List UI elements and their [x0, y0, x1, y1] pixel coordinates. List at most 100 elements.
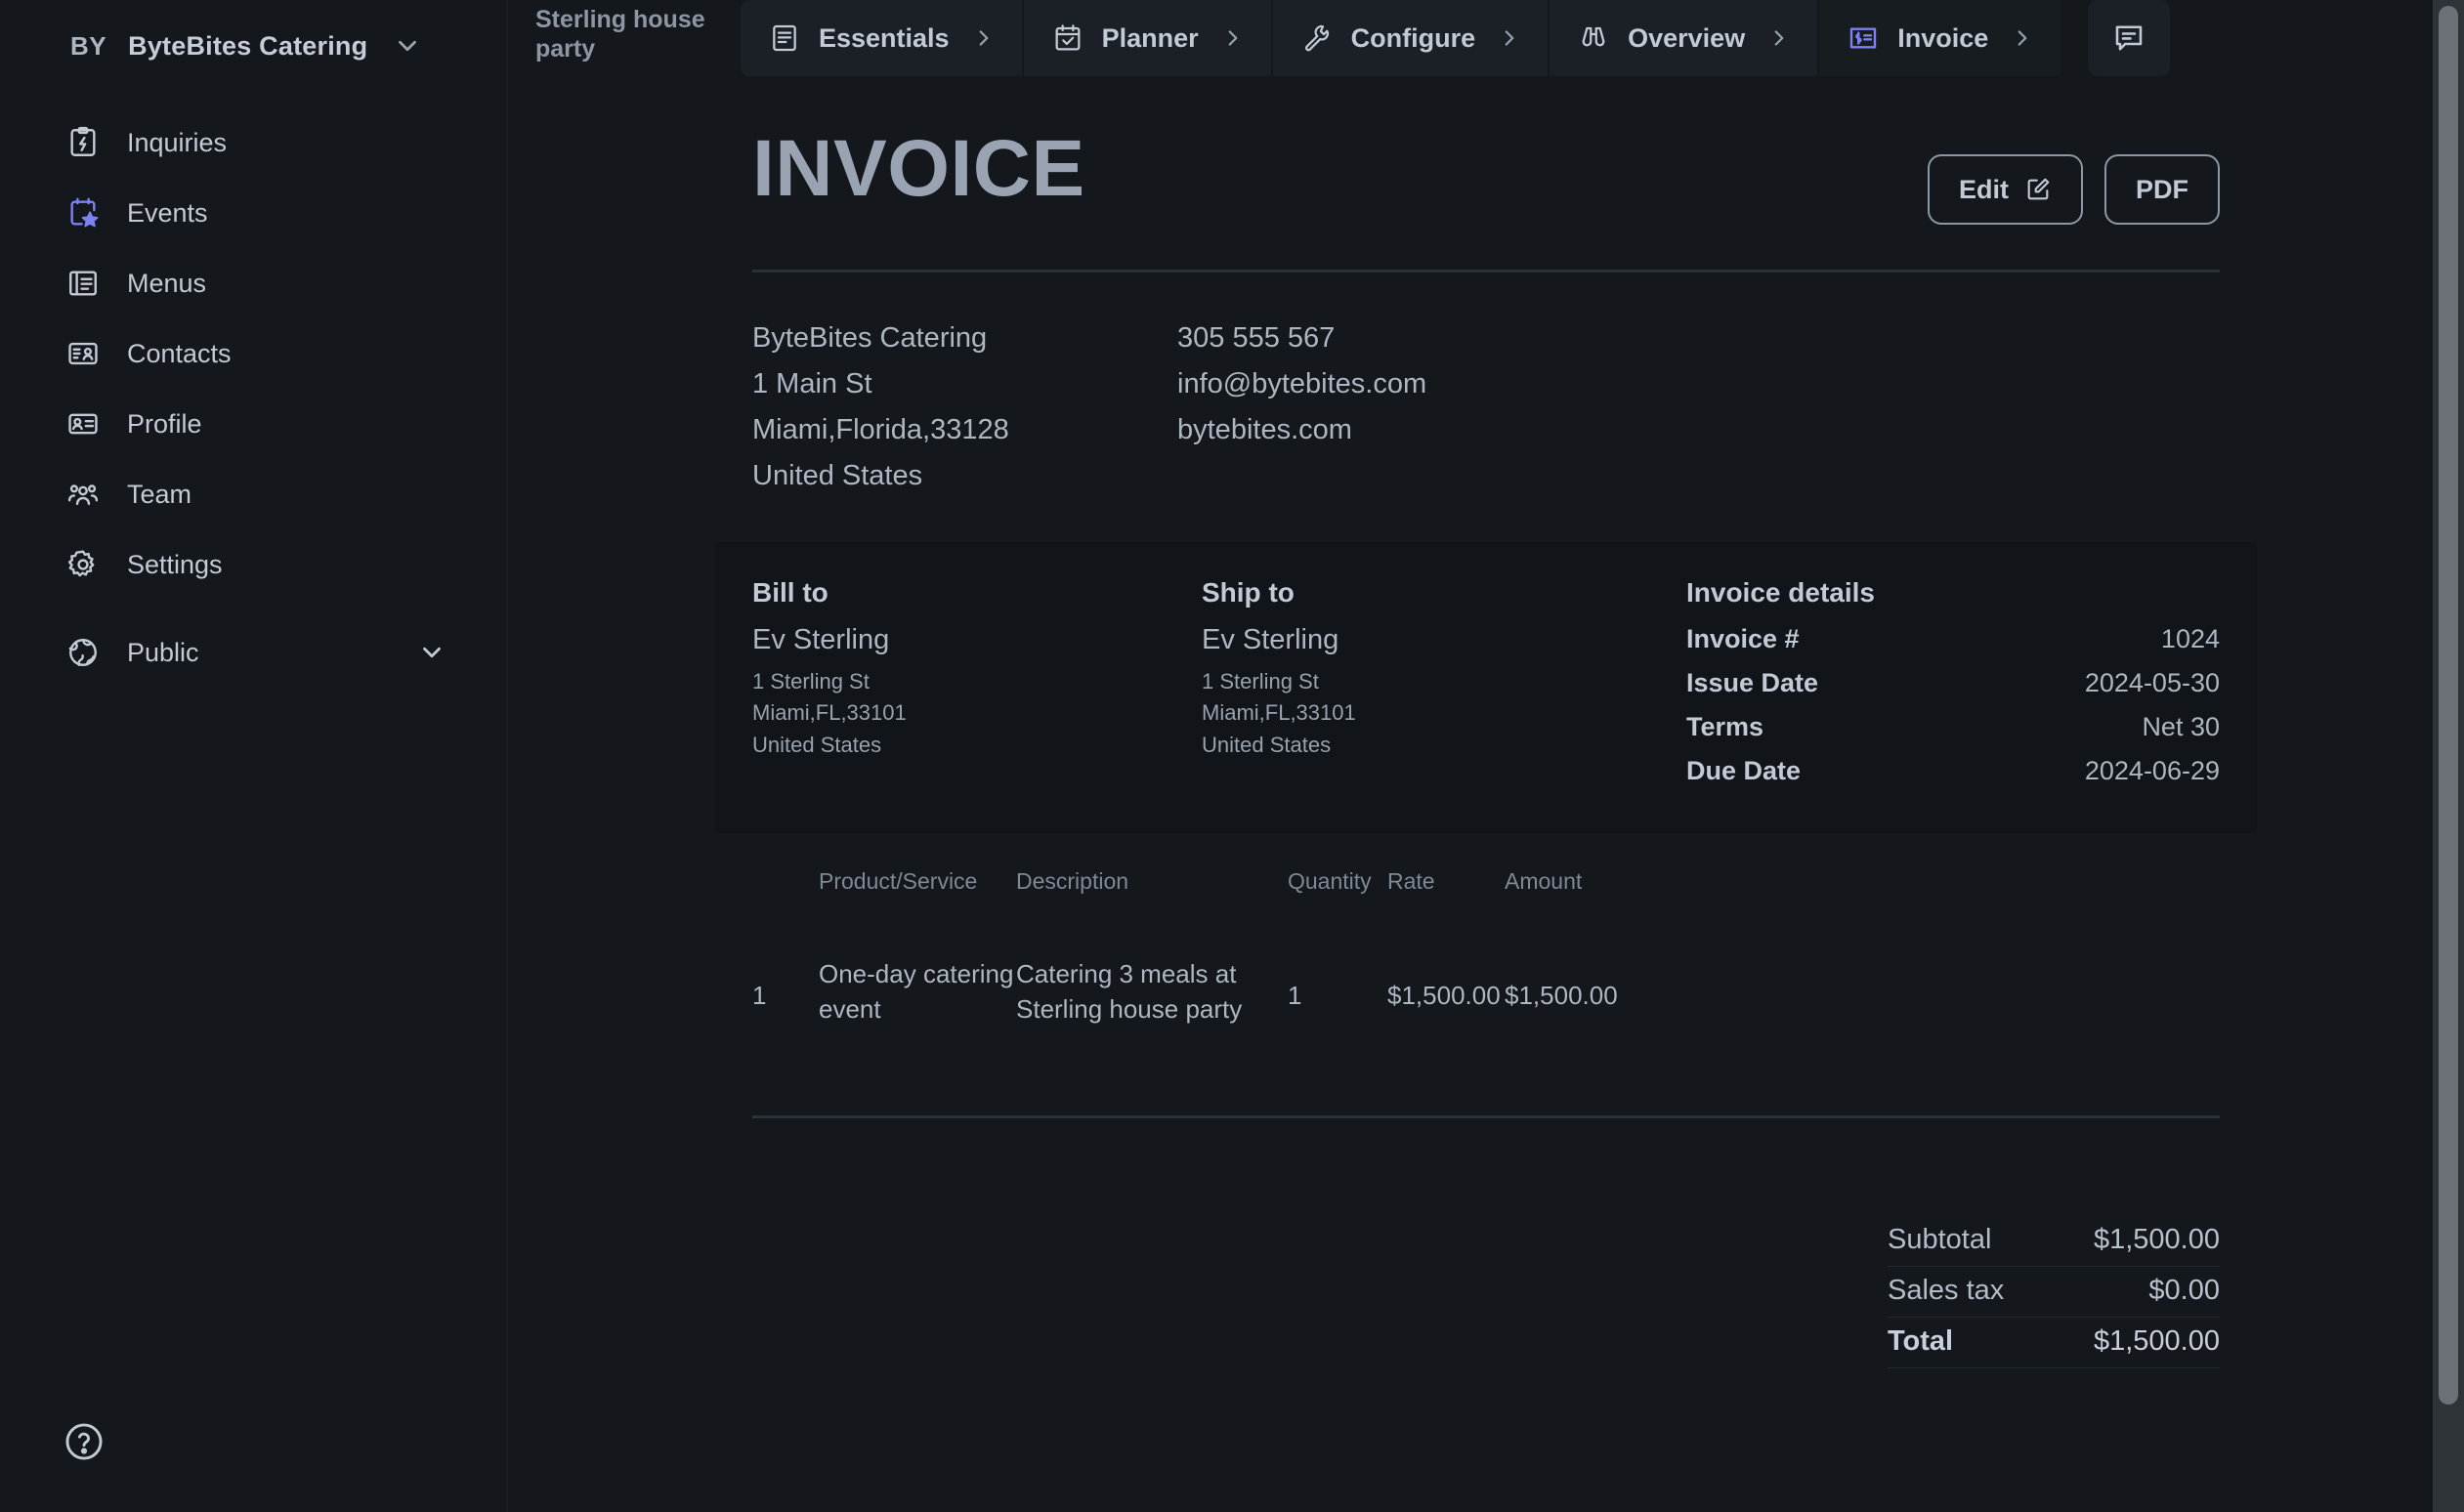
contact-card-icon	[64, 335, 102, 372]
sidebar-item-label: Inquiries	[127, 127, 228, 157]
total-value: $1,500.00	[2093, 1324, 2220, 1357]
company-block: ByteBites Catering 1 Main St Miami,Flori…	[752, 273, 2220, 542]
line-items-table: Product/Service Description Quantity Rat…	[752, 833, 2220, 1028]
sidebar-item-menus[interactable]: Menus	[0, 248, 507, 318]
cell-description: Catering 3 meals at Sterling house party	[1016, 958, 1243, 1024]
company-line: ByteBites Catering	[752, 322, 988, 354]
pdf-button[interactable]: PDF	[2104, 154, 2220, 225]
detail-key: Invoice #	[1686, 623, 1800, 653]
ship-to-line: 1 Sterling St	[1202, 668, 1319, 693]
tab-essentials[interactable]: Essentials	[741, 0, 1024, 76]
detail-row: Issue Date 2024-05-30	[1686, 668, 2220, 698]
gear-icon	[64, 546, 102, 583]
globe-icon	[64, 634, 102, 671]
sidebar-item-events[interactable]: Events	[0, 178, 507, 248]
event-title: Sterling house party	[535, 6, 705, 63]
bill-to-line: 1 Sterling St	[752, 668, 870, 693]
ship-to-line: Miami,FL,33101	[1202, 700, 1356, 726]
tab-label: Invoice	[1897, 22, 1989, 53]
tab-invoice[interactable]: Invoice	[1819, 0, 2063, 76]
sidebar-item-label: Contacts	[127, 338, 232, 368]
sidebar: BY ByteBites Catering Inquiries Events M…	[0, 0, 508, 1512]
company-line: 1 Main St	[752, 367, 872, 399]
cell-index: 1	[752, 980, 767, 1010]
sidebar-item-team[interactable]: Team	[0, 459, 507, 529]
bill-to-line: Miami,FL,33101	[752, 700, 907, 726]
sidebar-item-label: Team	[127, 479, 192, 509]
id-badge-icon	[64, 405, 102, 442]
chat-bubble-icon	[2111, 21, 2146, 56]
topbar: Sterling house party Essentials Planner …	[508, 0, 2464, 90]
column-header-rate: Rate	[1387, 867, 1435, 894]
pdf-button-label: PDF	[2136, 174, 2188, 204]
detail-key: Due Date	[1686, 755, 1802, 785]
ship-to-name: Ev Sterling	[1202, 623, 1339, 655]
sidebar-item-label: Menus	[127, 268, 207, 298]
edit-button[interactable]: Edit	[1928, 154, 2083, 225]
tab-label: Planner	[1101, 22, 1199, 53]
page-title: INVOICE	[752, 124, 1085, 213]
chevron-down-icon[interactable]	[417, 638, 446, 667]
company-line: United States	[752, 459, 923, 491]
tab-overview[interactable]: Overview	[1550, 0, 1820, 76]
sidebar-item-settings[interactable]: Settings	[0, 529, 507, 600]
detail-value: 2024-06-29	[2084, 755, 2220, 785]
sidebar-item-public[interactable]: Public	[0, 617, 507, 688]
parties-panel: Bill to Ev Sterling 1 Sterling St Miami,…	[715, 541, 2257, 833]
tab-planner[interactable]: Planner	[1023, 0, 1273, 76]
chevron-down-icon	[393, 31, 422, 61]
bill-to-name: Ev Sterling	[752, 623, 890, 655]
total-label: Total	[1888, 1324, 1954, 1357]
document-lines-icon	[768, 21, 801, 55]
sidebar-item-label: Profile	[127, 408, 202, 439]
company-contact: 305 555 567 info@bytebites.com bytebites…	[1177, 315, 1602, 499]
column-header-description: Description	[1016, 867, 1129, 894]
sidebar-item-contacts[interactable]: Contacts	[0, 318, 507, 389]
main-content: Sterling house party Essentials Planner …	[508, 0, 2464, 1512]
cell-rate: $1,500.00	[1387, 980, 1501, 1010]
sidebar-nav: Inquiries Events Menus Contacts Profile …	[0, 107, 507, 688]
cell-quantity: 1	[1288, 980, 1302, 1010]
chevron-right-icon	[971, 25, 997, 51]
bill-to-block: Bill to Ev Sterling 1 Sterling St Miami,…	[752, 577, 1202, 786]
sidebar-item-profile[interactable]: Profile	[0, 389, 507, 459]
help-circle-icon[interactable]	[63, 1420, 106, 1463]
totals-block: Subtotal $1,500.00 Sales tax $0.00 Total…	[752, 1118, 2220, 1368]
table-row: 1 One-day catering event Catering 3 meal…	[752, 912, 2220, 1028]
sidebar-item-inquiries[interactable]: Inquiries	[0, 107, 507, 178]
calendar-check-icon	[1051, 21, 1084, 55]
ship-to-line: United States	[1202, 732, 1332, 757]
company-address: ByteBites Catering 1 Main St Miami,Flori…	[752, 315, 1177, 499]
chevron-right-icon	[1766, 25, 1792, 51]
cell-amount: $1,500.00	[1505, 980, 1618, 1010]
ship-to-heading: Ship to	[1202, 576, 1295, 608]
company-line: Miami,Florida,33128	[752, 413, 1009, 445]
cell-product: One-day catering event	[819, 958, 1014, 1024]
ship-to-block: Ship to Ev Sterling 1 Sterling St Miami,…	[1202, 577, 1651, 786]
chevron-right-icon	[2010, 25, 2035, 51]
detail-key: Issue Date	[1686, 667, 1819, 697]
subtotal-label: Subtotal	[1888, 1223, 1992, 1255]
column-header-quantity: Quantity	[1288, 867, 1372, 894]
detail-row: Invoice # 1024	[1686, 624, 2220, 654]
subtotal-row: Subtotal $1,500.00	[1888, 1216, 2220, 1267]
total-row: Total $1,500.00	[1888, 1318, 2220, 1368]
bill-to-line: United States	[752, 732, 882, 757]
binoculars-icon	[1577, 21, 1610, 55]
brand-name: ByteBites Catering	[128, 30, 368, 61]
messages-button[interactable]	[2088, 0, 2171, 76]
brand-selector[interactable]: BY ByteBites Catering	[0, 0, 507, 63]
detail-value: Net 30	[2142, 711, 2220, 741]
scrollbar-thumb[interactable]	[2439, 6, 2458, 1405]
tab-label: Essentials	[819, 22, 950, 53]
tab-label: Configure	[1350, 22, 1476, 53]
detail-key: Terms	[1686, 711, 1764, 741]
column-header-amount: Amount	[1505, 867, 1583, 894]
detail-value: 2024-05-30	[2084, 667, 2220, 697]
users-group-icon	[64, 476, 102, 513]
tab-configure[interactable]: Configure	[1272, 0, 1551, 76]
table-header-row: Product/Service Description Quantity Rat…	[752, 868, 2220, 912]
detail-row: Due Date 2024-06-29	[1686, 756, 2220, 786]
vertical-scrollbar[interactable]	[2433, 0, 2464, 1512]
bill-to-heading: Bill to	[752, 576, 828, 608]
